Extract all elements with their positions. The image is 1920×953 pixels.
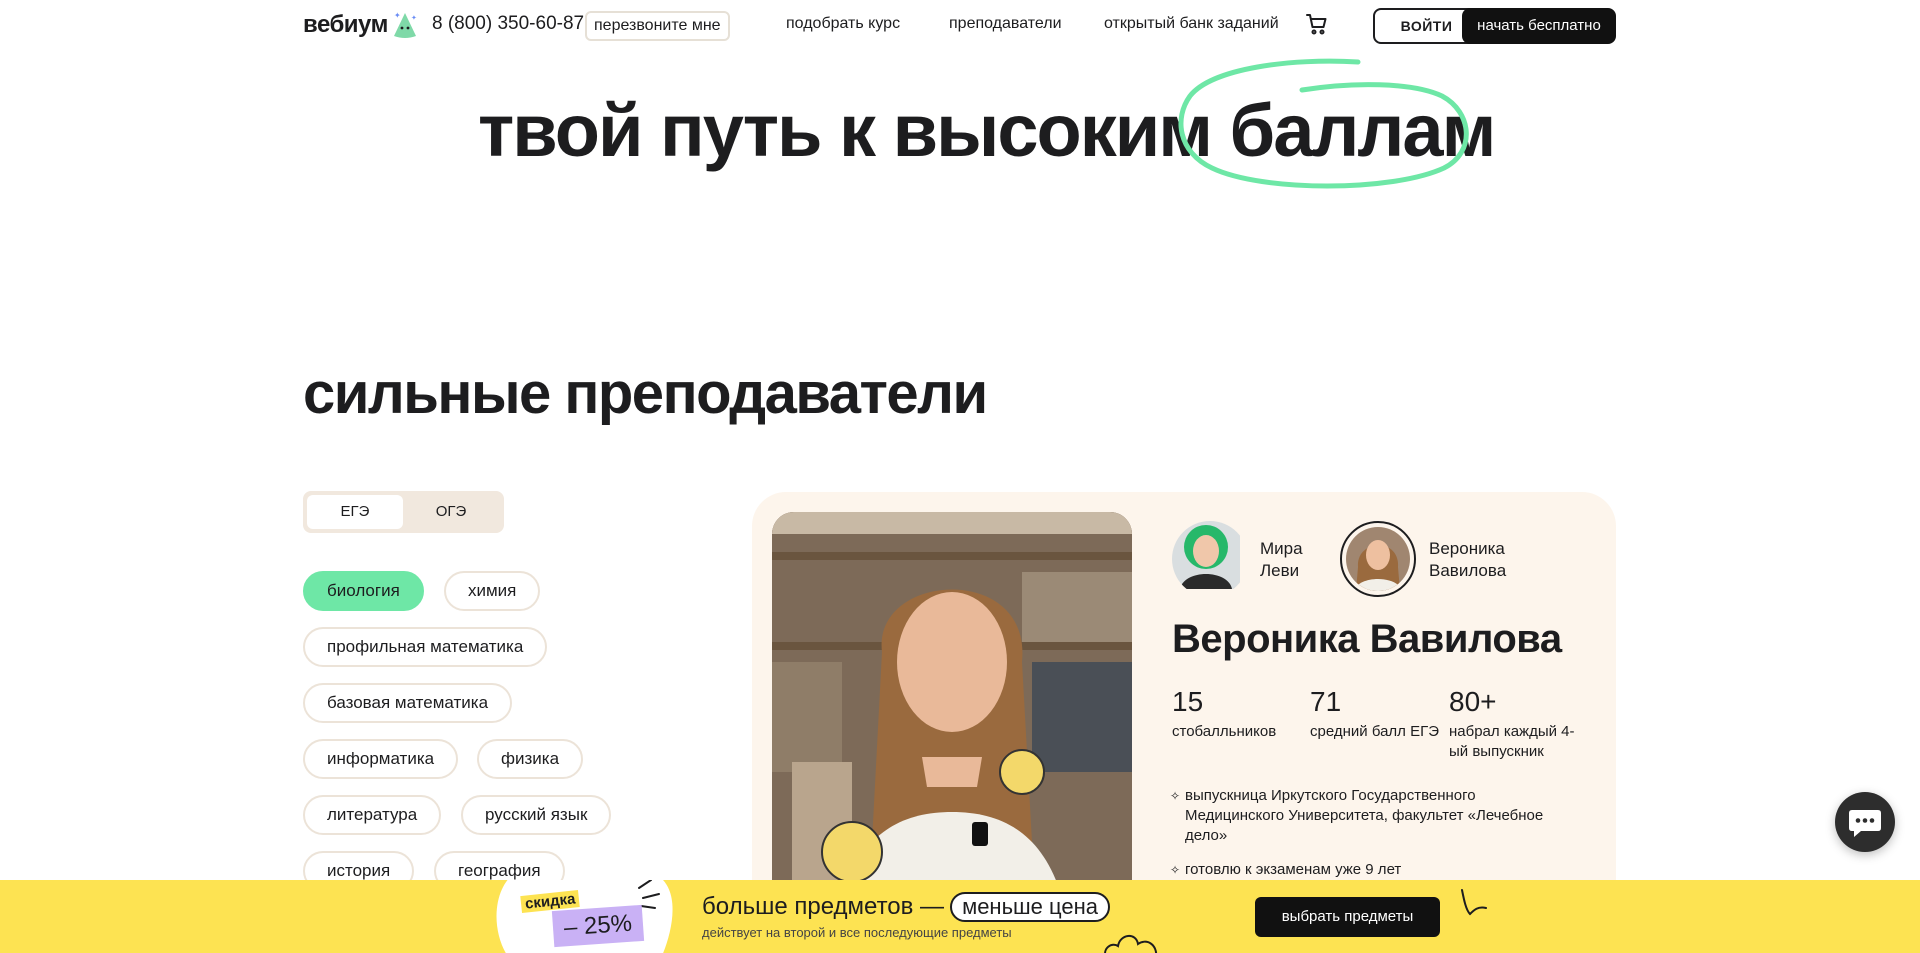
arrow-doodle-icon — [1461, 889, 1487, 916]
avatar — [1172, 521, 1248, 597]
teacher-selector-mira[interactable] — [1172, 521, 1248, 597]
choose-subjects-button[interactable]: выбрать предметы — [1255, 897, 1440, 937]
stat-label-100-scorers: стобалльников — [1172, 722, 1276, 742]
subject-chip-physics[interactable]: физика — [477, 739, 584, 779]
stat-value-100-scorers: 15 — [1172, 686, 1204, 717]
start-free-button[interactable]: начать бесплатно — [1462, 8, 1616, 44]
bullet-line: готовлю к экзаменам уже 9 лет — [1185, 861, 1402, 878]
subject-chip-biology[interactable]: биология — [303, 571, 424, 611]
teacher-selector-mira-name[interactable]: Мира Леви — [1260, 538, 1303, 582]
subject-chip-literature[interactable]: литература — [303, 795, 442, 835]
hero-highlight-ring — [1178, 58, 1469, 189]
stat-label-line: набрал каждый 4- — [1449, 723, 1575, 740]
promo-title: больше предметов — меньше цена — [702, 892, 1111, 922]
tab-ege[interactable]: ЕГЭ — [307, 495, 403, 529]
avatar — [1346, 527, 1410, 591]
phone-number[interactable]: 8 (800) 350-60-87 — [432, 13, 584, 35]
stat-label-avg-score: средний балл ЕГЭ — [1310, 722, 1439, 742]
exam-toggle: ЕГЭ ОГЭ — [303, 491, 504, 533]
teacher-bullet: ✧ готовлю к экзаменам уже 9 лет — [1170, 860, 1401, 880]
logo-text: вебиум — [303, 11, 388, 38]
teacher-first-name: Мира — [1260, 539, 1303, 558]
stat-label-80-plus: набрал каждый 4- ый выпускник — [1449, 722, 1575, 762]
svg-text:✦: ✦ — [394, 11, 401, 20]
bullet-line: Медицинского Университета, факультет «Ле… — [1185, 807, 1544, 824]
subject-chip-chemistry[interactable]: химия — [444, 571, 541, 611]
stat-label-line: стобалльников — [1172, 723, 1277, 740]
subject-chip-informatics[interactable]: информатика — [303, 739, 459, 779]
nav-task-bank[interactable]: открытый банк заданий — [1104, 15, 1279, 33]
promo-bar: скидка – 25% больше предметов — меньше ц… — [0, 880, 1920, 953]
cart-icon[interactable] — [1305, 12, 1329, 36]
tab-oge[interactable]: ОГЭ — [403, 495, 499, 529]
stat-value-80-plus: 80+ — [1449, 686, 1497, 717]
site-header: вебиум ✦ ✦ 8 (800) 350-60-87 перезвоните… — [0, 0, 1920, 52]
diamond-bullet-icon: ✧ — [1170, 863, 1181, 877]
promo-subtitle: действует на второй и все последующие пр… — [702, 925, 1012, 940]
subject-chip-russian[interactable]: русский язык — [461, 795, 612, 835]
teacher-last-name: Вавилова — [1429, 561, 1507, 580]
wizard-hat-icon: ✦ ✦ — [392, 10, 418, 40]
promo-title-text: больше предметов — — [702, 893, 945, 920]
teacher-selector-veronika-name[interactable]: Вероника Вавилова — [1429, 538, 1506, 582]
stat-label-line: средний балл ЕГЭ — [1310, 723, 1439, 740]
bullet-line: выпускница Иркутского Государственного — [1185, 787, 1476, 804]
teacher-name: Вероника Вавилова — [1172, 617, 1562, 661]
diamond-bullet-icon: ✧ — [1170, 789, 1181, 803]
promo-discount-value: – 25% — [551, 904, 645, 948]
callback-button[interactable]: перезвоните мне — [585, 11, 730, 41]
teacher-selector-veronika[interactable] — [1340, 521, 1416, 597]
teacher-first-name: Вероника — [1429, 539, 1505, 558]
promo-title-pill: меньше цена — [950, 892, 1111, 922]
chat-button[interactable] — [1835, 792, 1895, 852]
bullet-line: дело» — [1185, 827, 1228, 844]
stat-label-line: ый выпускник — [1449, 743, 1544, 760]
chat-bubble-icon — [1849, 810, 1881, 837]
hero-title-main: твой путь к высоким — [478, 89, 1213, 172]
nav-teachers[interactable]: преподаватели — [949, 15, 1062, 33]
stat-value-avg-score: 71 — [1310, 686, 1342, 717]
teacher-last-name: Леви — [1260, 561, 1300, 580]
svg-text:✦: ✦ — [411, 14, 417, 22]
subject-chip-profile-math[interactable]: профильная математика — [303, 627, 548, 667]
nav-choose-course[interactable]: подобрать курс — [786, 15, 900, 33]
cloud-doodle-icon — [1104, 935, 1158, 953]
teacher-bullet: ✧ выпускница Иркутского Государственного… — [1170, 786, 1543, 846]
logo[interactable]: вебиум ✦ ✦ — [303, 6, 418, 44]
subject-chip-base-math[interactable]: базовая математика — [303, 683, 513, 723]
section-title-teachers: сильные преподаватели — [303, 361, 988, 426]
